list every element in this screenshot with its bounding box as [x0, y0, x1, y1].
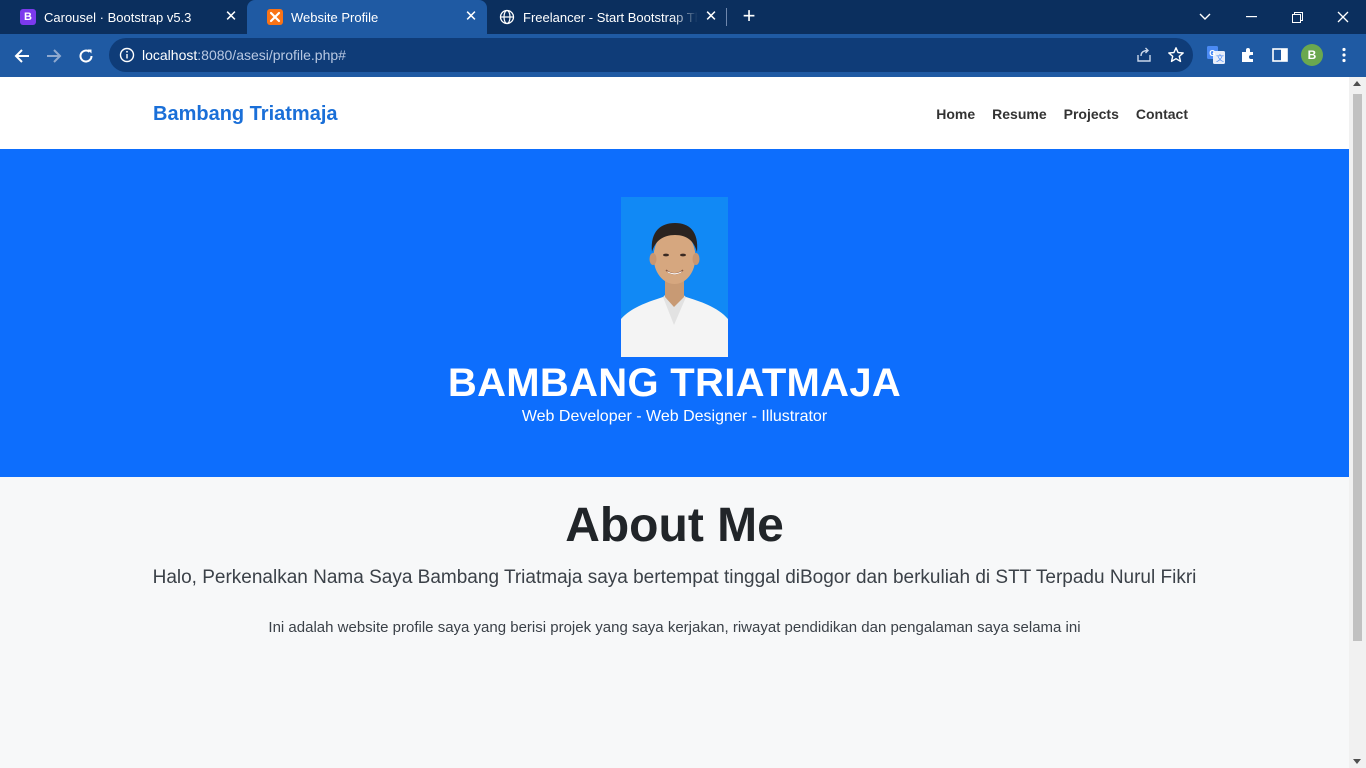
site-brand[interactable]: Bambang Triatmaja — [153, 103, 338, 126]
page-viewport: Bambang Triatmaja Home Resume Projects C… — [0, 77, 1349, 768]
extensions-puzzle-icon[interactable] — [1238, 45, 1258, 65]
tab-title: Freelancer - Start Bootstrap Theme — [523, 9, 698, 25]
tab-carousel[interactable]: B Carousel · Bootstrap v5.3 ✕ — [0, 0, 247, 34]
tab-website-profile[interactable]: Website Profile ✕ — [247, 0, 487, 34]
about-lead: Halo, Perkenalkan Nama Saya Bambang Tria… — [152, 567, 1197, 588]
close-window-button[interactable] — [1320, 0, 1366, 34]
url-text: localhost:8080/asesi/profile.php# — [142, 47, 346, 63]
bookmark-star-icon[interactable] — [1167, 46, 1185, 64]
nav-contact[interactable]: Contact — [1136, 106, 1188, 122]
site-navbar: Bambang Triatmaja Home Resume Projects C… — [0, 77, 1349, 149]
nav-links: Home Resume Projects Contact — [936, 106, 1188, 122]
minimize-button[interactable] — [1228, 0, 1274, 34]
browser-toolbar: localhost:8080/asesi/profile.php# G文 B — [0, 34, 1366, 77]
tab-freelancer[interactable]: Freelancer - Start Bootstrap Theme ✕ — [487, 0, 727, 34]
tab-title: Carousel · Bootstrap v5.3 — [44, 9, 192, 25]
svg-text:文: 文 — [1216, 53, 1224, 63]
forward-button[interactable] — [41, 43, 67, 69]
site-info-icon[interactable] — [119, 47, 135, 68]
side-panel-icon[interactable] — [1270, 45, 1290, 65]
url-host: localhost — [142, 47, 198, 63]
nav-projects[interactable]: Projects — [1064, 106, 1119, 122]
menu-kebab-icon[interactable] — [1334, 45, 1354, 65]
hero-section: BAMBANG TRIATMAJA Web Developer - Web De… — [0, 149, 1349, 477]
nav-resume[interactable]: Resume — [992, 106, 1046, 122]
nav-home[interactable]: Home — [936, 106, 975, 122]
about-title: About Me — [565, 499, 784, 552]
hero-subtitle: Web Developer - Web Designer - Illustrat… — [521, 408, 828, 425]
hero-name: BAMBANG TRIATMAJA — [447, 361, 902, 405]
tab-search-icon[interactable] — [1182, 0, 1228, 34]
close-tab-icon[interactable]: ✕ — [223, 9, 239, 25]
google-translate-icon[interactable]: G文 — [1206, 45, 1226, 65]
close-tab-icon[interactable]: ✕ — [703, 9, 719, 25]
tab-title: Website Profile — [291, 9, 379, 25]
globe-icon — [499, 9, 515, 25]
close-tab-icon[interactable]: ✕ — [463, 9, 479, 25]
tab-strip: B Carousel · Bootstrap v5.3 ✕ Website Pr… — [0, 0, 1366, 34]
page-scrollbar[interactable] — [1349, 77, 1366, 768]
share-icon[interactable] — [1135, 46, 1153, 64]
svg-text:G: G — [1209, 49, 1215, 58]
address-bar[interactable]: localhost:8080/asesi/profile.php# — [109, 38, 1193, 72]
scrollbar-thumb[interactable] — [1353, 94, 1362, 641]
new-tab-button[interactable]: + — [738, 5, 760, 28]
profile-avatar[interactable]: B — [1301, 44, 1323, 66]
back-button[interactable] — [9, 43, 35, 69]
url-path: :8080/asesi/profile.php# — [197, 47, 346, 63]
scroll-down-icon[interactable] — [1353, 759, 1361, 764]
restore-button[interactable] — [1274, 0, 1320, 34]
bootstrap-icon: B — [20, 9, 36, 25]
profile-photo — [621, 197, 728, 357]
about-text: Ini adalah website profile saya yang ber… — [268, 619, 1081, 636]
scroll-up-icon[interactable] — [1353, 81, 1361, 86]
reload-button[interactable] — [73, 43, 99, 69]
xampp-icon — [267, 9, 283, 25]
tab-separator — [726, 8, 727, 26]
